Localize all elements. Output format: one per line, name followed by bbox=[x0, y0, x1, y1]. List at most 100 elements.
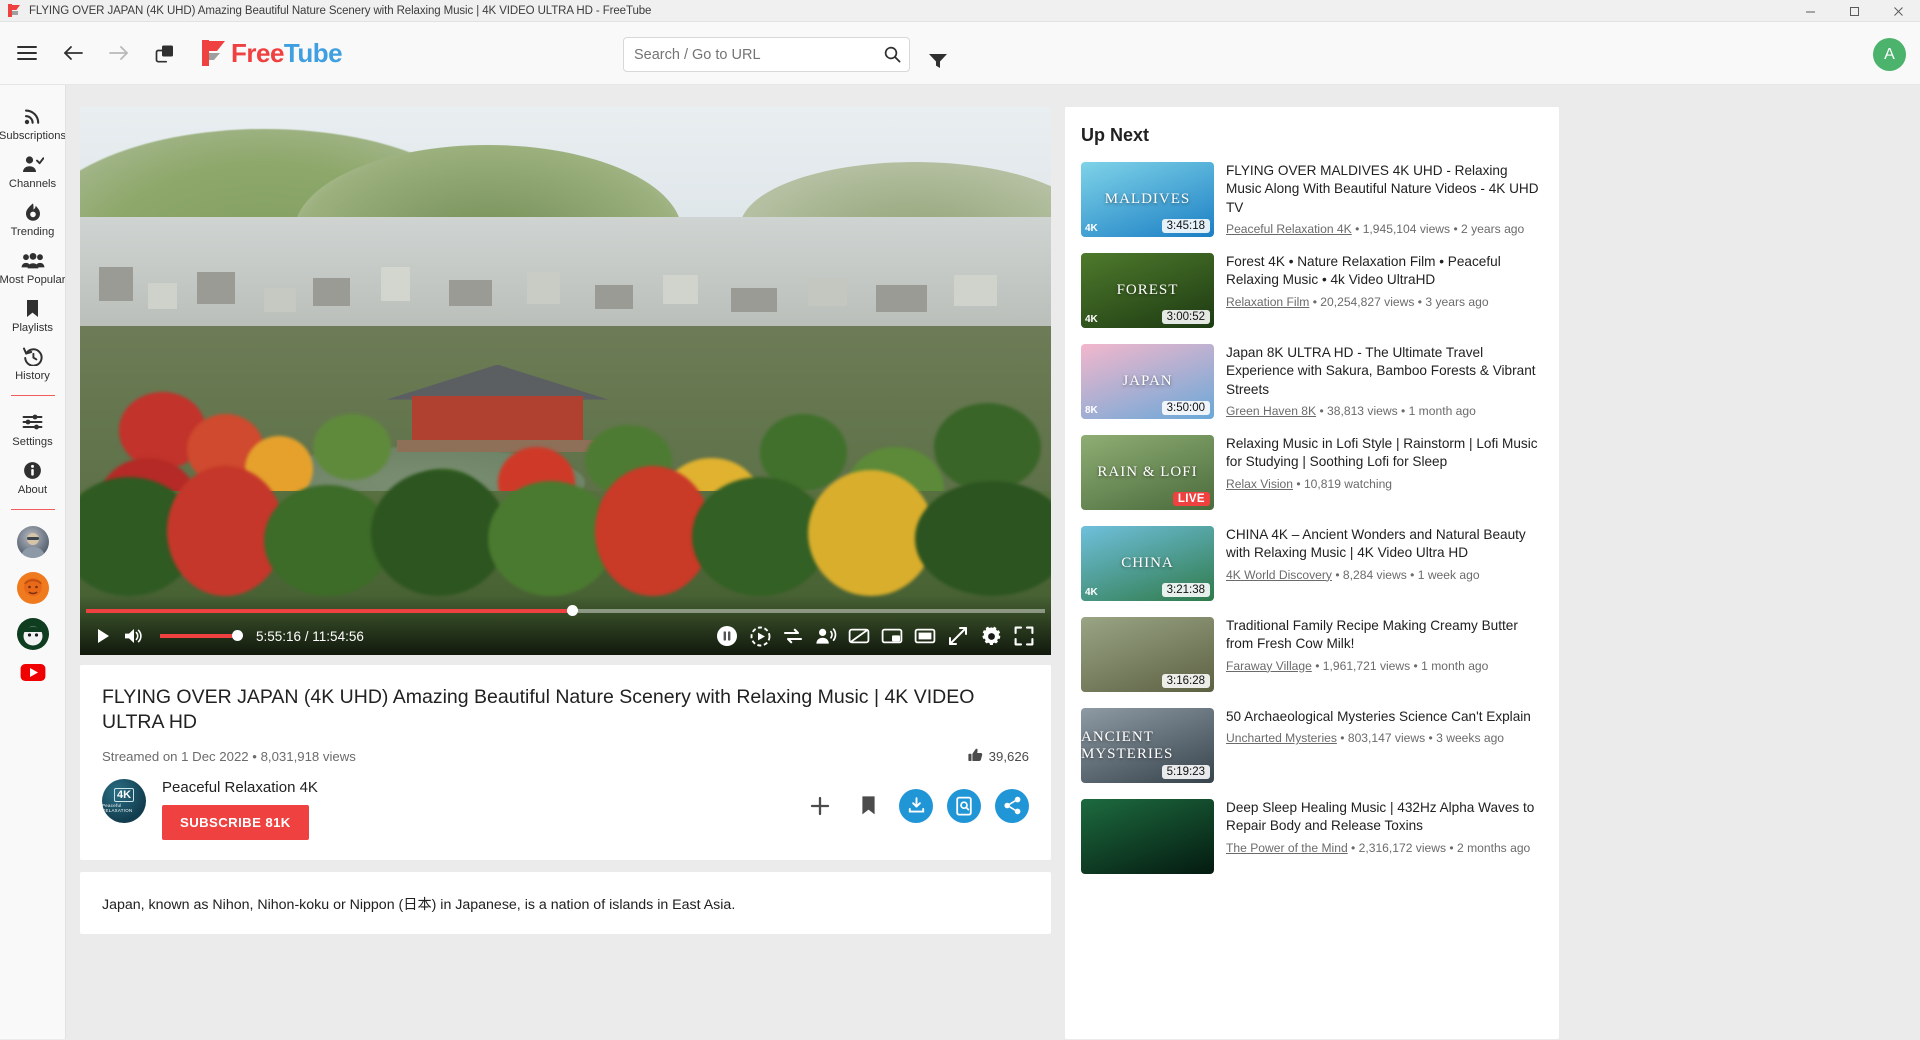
video-player[interactable]: 5:55:16 / 11:54:56 bbox=[80, 107, 1051, 655]
profile-avatar-dark[interactable] bbox=[17, 618, 49, 650]
video-thumbnail[interactable]: ANCIENT MYSTERIES5:19:23 bbox=[1081, 708, 1214, 783]
up-next-item[interactable]: ANCIENT MYSTERIES5:19:23 50 Archaeologica… bbox=[1081, 708, 1543, 783]
up-next-item-title[interactable]: 50 Archaeological Mysteries Science Can'… bbox=[1226, 708, 1543, 726]
sidebar-item-label: Most Popular bbox=[0, 274, 65, 286]
up-next-item[interactable]: MALDIVES4K3:45:18FLYING OVER MALDIVES 4K… bbox=[1081, 162, 1543, 237]
pause-circle-icon[interactable] bbox=[714, 623, 740, 649]
replay-icon[interactable] bbox=[747, 623, 773, 649]
up-next-item-title[interactable]: Relaxing Music in Lofi Style | Rainstorm… bbox=[1226, 435, 1543, 472]
top-navigation-bar: FreeTube A bbox=[0, 22, 1920, 85]
up-next-item[interactable]: JAPAN8K3:50:00Japan 8K ULTRA HD - The Ul… bbox=[1081, 344, 1543, 419]
subscribe-button[interactable]: SUBSCRIBE 81K bbox=[162, 805, 309, 840]
settings-gear-icon[interactable] bbox=[978, 623, 1004, 649]
video-info-card: FLYING OVER JAPAN (4K UHD) Amazing Beaut… bbox=[80, 665, 1051, 860]
sidebar-item-label: Settings bbox=[12, 436, 52, 448]
video-thumbnail[interactable] bbox=[1081, 799, 1214, 874]
sidebar-item-playlists[interactable]: Playlists bbox=[0, 291, 66, 339]
picture-in-picture-icon[interactable] bbox=[879, 623, 905, 649]
time-display: 5:55:16 / 11:54:56 bbox=[256, 629, 364, 644]
up-next-item-title[interactable]: CHINA 4K – Ancient Wonders and Natural B… bbox=[1226, 526, 1543, 563]
up-next-item-channel[interactable]: Relax Vision bbox=[1226, 477, 1293, 491]
up-next-item-channel[interactable]: 4K World Discovery bbox=[1226, 568, 1332, 582]
avatar-orange-figure bbox=[17, 572, 49, 604]
sidebar-item-trending[interactable]: Trending bbox=[0, 195, 66, 243]
forward-arrow-icon[interactable] bbox=[106, 40, 132, 66]
hamburger-icon[interactable] bbox=[14, 40, 40, 66]
video-thumbnail[interactable]: 3:16:28 bbox=[1081, 617, 1214, 692]
sidebar-item-label: Trending bbox=[11, 226, 55, 238]
save-button[interactable] bbox=[851, 789, 885, 823]
up-next-item-channel[interactable]: The Power of the Mind bbox=[1226, 841, 1348, 855]
volume-icon[interactable] bbox=[120, 623, 146, 649]
search-input[interactable] bbox=[624, 47, 875, 63]
sidebar-item-about[interactable]: About bbox=[0, 453, 66, 501]
up-next-item-channel[interactable]: Uncharted Mysteries bbox=[1226, 731, 1337, 745]
sidebar-item-subscriptions[interactable]: Subscriptions bbox=[0, 99, 66, 147]
up-next-item-channel[interactable]: Faraway Village bbox=[1226, 659, 1312, 673]
profile-avatar-photo[interactable] bbox=[17, 526, 49, 558]
video-thumbnail[interactable]: FOREST4K3:00:52 bbox=[1081, 253, 1214, 328]
like-count-group[interactable]: 39,626 bbox=[968, 748, 1029, 765]
close-icon[interactable] bbox=[1876, 0, 1920, 22]
captions-off-icon[interactable] bbox=[846, 623, 872, 649]
profile-initial: A bbox=[1884, 46, 1895, 64]
loop-icon[interactable] bbox=[780, 623, 806, 649]
search-bar[interactable] bbox=[623, 37, 910, 72]
fullscreen-icon[interactable] bbox=[1011, 623, 1037, 649]
channel-avatar[interactable]: 4K Peaceful RELAXATION bbox=[102, 779, 146, 823]
audio-person-icon[interactable] bbox=[813, 623, 839, 649]
up-next-item[interactable]: CHINA4K3:21:38 CHINA 4K – Ancient Wonders… bbox=[1081, 526, 1543, 601]
video-thumbnail[interactable]: RAIN & LOFILIVE bbox=[1081, 435, 1214, 510]
volume-handle[interactable] bbox=[232, 630, 243, 641]
main-content: 5:55:16 / 11:54:56 bbox=[66, 85, 1920, 1039]
up-next-item[interactable]: Deep Sleep Healing Music | 432Hz Alpha W… bbox=[1081, 799, 1543, 874]
youtube-icon[interactable] bbox=[20, 663, 46, 687]
video-thumbnail[interactable]: JAPAN8K3:50:00 bbox=[1081, 344, 1214, 419]
sidebar-item-settings[interactable]: Settings bbox=[0, 405, 66, 453]
up-next-item-channel[interactable]: Relaxation Film bbox=[1226, 295, 1309, 309]
profile-avatar-orange[interactable] bbox=[17, 572, 49, 604]
up-next-item[interactable]: 3:16:28 Traditional Family Recipe Making … bbox=[1081, 617, 1543, 692]
up-next-item-channel[interactable]: Green Haven 8K bbox=[1226, 404, 1316, 418]
sliders-icon bbox=[22, 411, 43, 433]
search-icon[interactable] bbox=[875, 38, 909, 71]
up-next-item-info: CHINA 4K – Ancient Wonders and Natural B… bbox=[1226, 526, 1543, 601]
video-thumbnail[interactable]: CHINA4K3:21:38 bbox=[1081, 526, 1214, 601]
new-window-icon[interactable] bbox=[152, 40, 178, 66]
up-next-item[interactable]: FOREST4K3:00:52 Forest 4K • Nature Relaxa… bbox=[1081, 253, 1543, 328]
up-next-item-title[interactable]: Traditional Family Recipe Making Creamy … bbox=[1226, 617, 1543, 654]
open-in-button[interactable] bbox=[947, 789, 981, 823]
profile-avatar-button[interactable]: A bbox=[1873, 38, 1906, 71]
seek-handle[interactable] bbox=[567, 605, 578, 616]
sidebar-item-most-popular[interactable]: Most Popular bbox=[0, 243, 66, 291]
sidebar-divider-2 bbox=[11, 509, 55, 510]
share-button[interactable] bbox=[995, 789, 1029, 823]
video-column: 5:55:16 / 11:54:56 bbox=[80, 107, 1051, 1039]
add-to-playlist-button[interactable] bbox=[803, 789, 837, 823]
up-next-item-title[interactable]: FLYING OVER MALDIVES 4K UHD - Relaxing M… bbox=[1226, 162, 1543, 217]
up-next-item[interactable]: RAIN & LOFILIVE Relaxing Music in Lofi St… bbox=[1081, 435, 1543, 510]
minimize-icon[interactable] bbox=[1788, 0, 1832, 22]
seek-bar[interactable] bbox=[80, 605, 1051, 615]
play-icon[interactable] bbox=[90, 623, 116, 649]
sidebar-item-history[interactable]: History bbox=[0, 339, 66, 387]
sidebar-item-channels[interactable]: Channels bbox=[0, 147, 66, 195]
page-title: FLYING OVER JAPAN (4K UHD) Amazing Beaut… bbox=[102, 685, 1029, 736]
download-button[interactable] bbox=[899, 789, 933, 823]
up-next-item-channel[interactable]: Peaceful Relaxation 4K bbox=[1226, 222, 1352, 236]
video-thumbnail[interactable]: MALDIVES4K3:45:18 bbox=[1081, 162, 1214, 237]
freetube-logo[interactable]: FreeTube bbox=[202, 38, 342, 69]
maximize-icon[interactable] bbox=[1832, 0, 1876, 22]
up-next-item-title[interactable]: Deep Sleep Healing Music | 432Hz Alpha W… bbox=[1226, 799, 1543, 836]
theater-mode-icon[interactable] bbox=[912, 623, 938, 649]
volume-slider[interactable] bbox=[160, 634, 238, 638]
sidebar-item-label: History bbox=[15, 370, 50, 382]
channel-name[interactable]: Peaceful Relaxation 4K bbox=[162, 779, 318, 796]
expand-icon[interactable] bbox=[945, 623, 971, 649]
up-next-item-title[interactable]: Japan 8K ULTRA HD - The Ultimate Travel … bbox=[1226, 344, 1543, 399]
back-arrow-icon[interactable] bbox=[60, 40, 86, 66]
sidebar-item-label: Playlists bbox=[12, 322, 53, 334]
video-frame bbox=[80, 107, 1051, 655]
filter-icon[interactable] bbox=[928, 52, 948, 74]
up-next-item-title[interactable]: Forest 4K • Nature Relaxation Film • Pea… bbox=[1226, 253, 1543, 290]
